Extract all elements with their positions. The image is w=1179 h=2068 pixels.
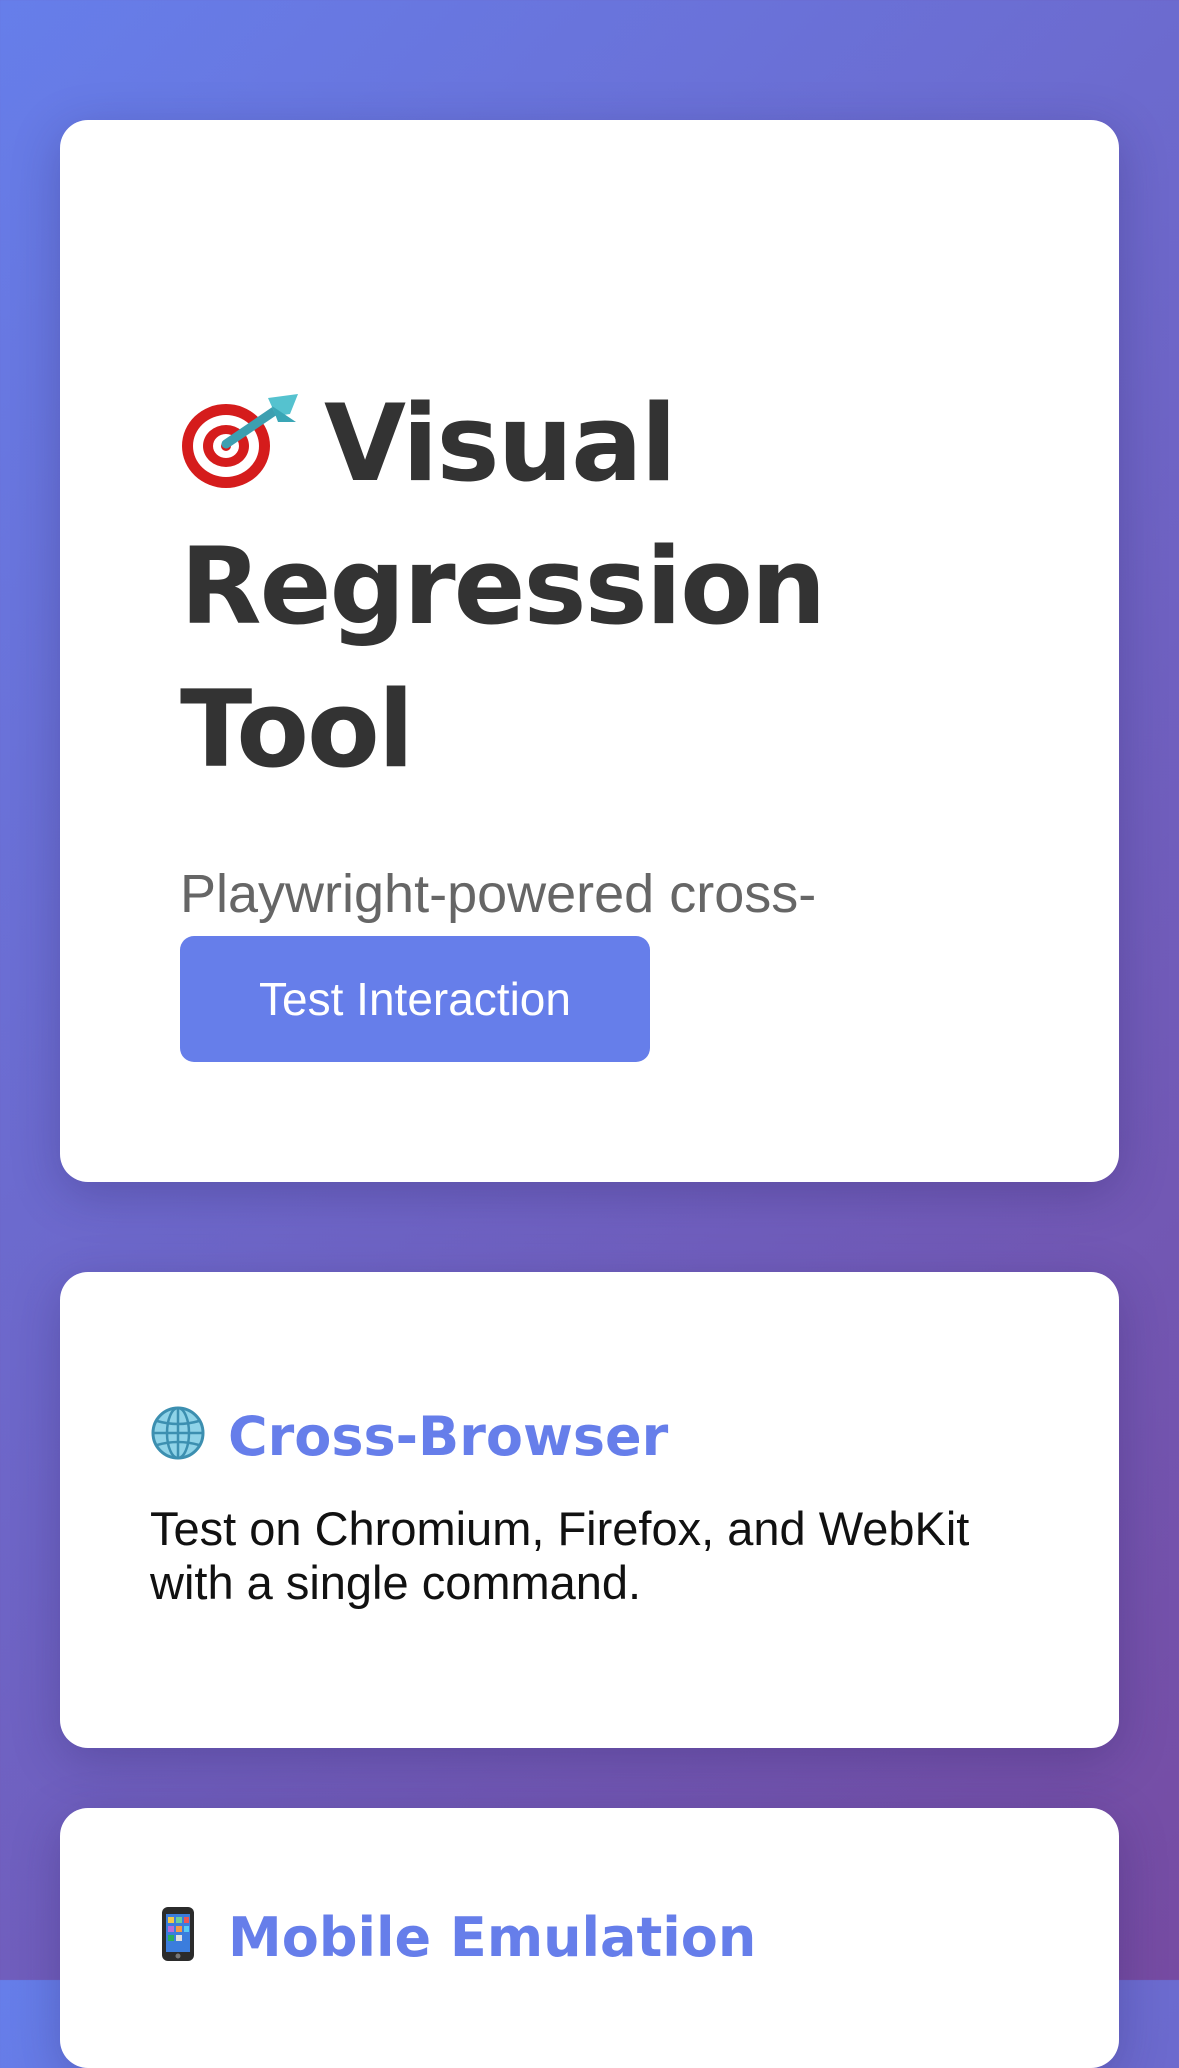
hero-title: Visual Regression Tool — [180, 372, 880, 801]
globe-icon — [150, 1405, 206, 1461]
feature-heading: Mobile Emulation — [150, 1906, 756, 1970]
feature-description: Test on Chromium, Firefox, and WebKit wi… — [150, 1502, 970, 1609]
feature-heading-text: Mobile Emulation — [228, 1906, 757, 1969]
feature-heading: Cross-Browser — [150, 1405, 668, 1469]
feature-card-cross-browser: Cross-Browser Test on Chromium, Firefox,… — [60, 1272, 1119, 1748]
target-dart-icon — [180, 388, 300, 488]
feature-heading-text: Cross-Browser — [228, 1405, 669, 1468]
test-interaction-button[interactable]: Test Interaction — [180, 936, 650, 1062]
hero-card: Visual Regression Tool Playwright-powere… — [60, 120, 1119, 1182]
mobile-phone-icon — [150, 1906, 206, 1962]
feature-card-mobile-emulation: Mobile Emulation — [60, 1808, 1119, 2068]
